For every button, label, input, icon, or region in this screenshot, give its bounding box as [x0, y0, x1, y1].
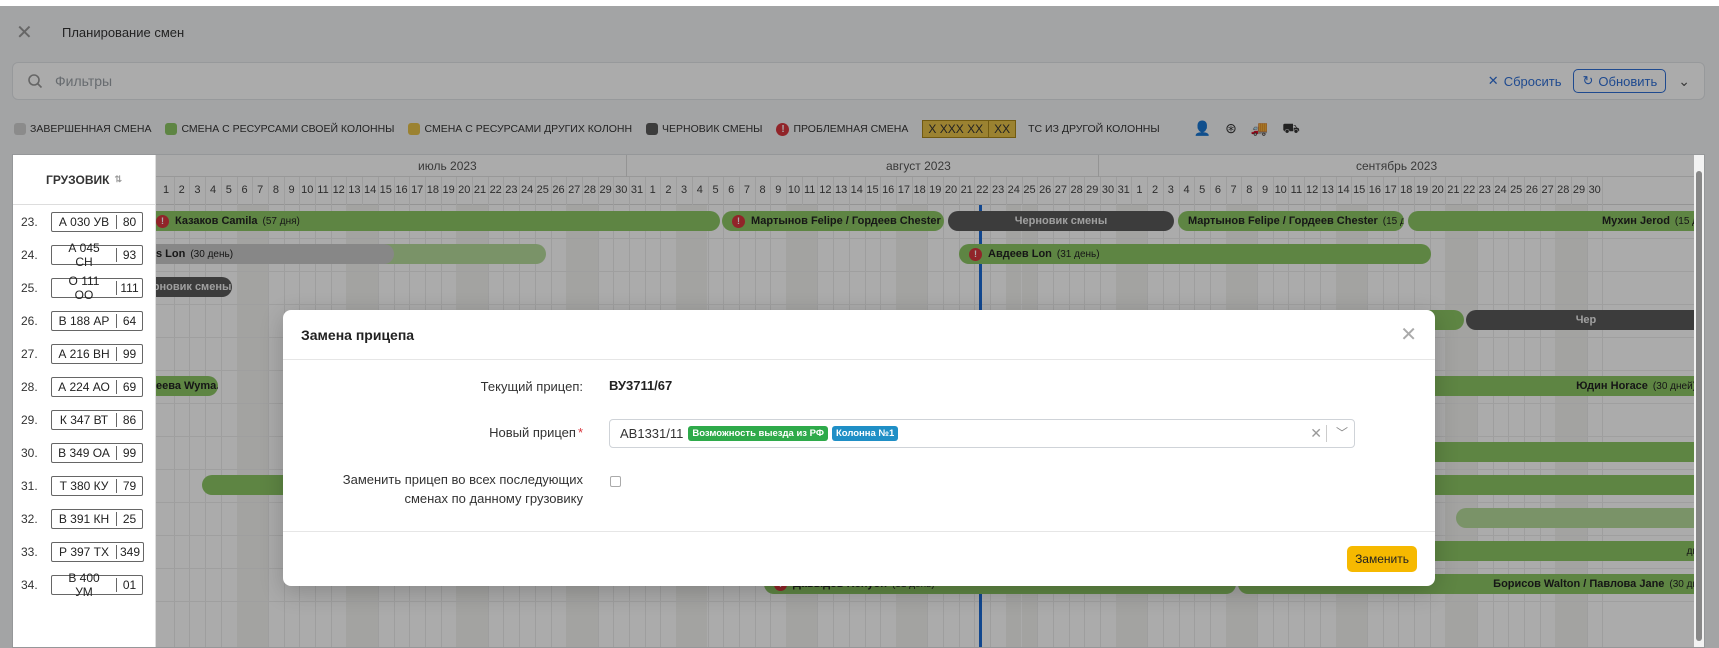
- dialog-title: Замена прицепа: [301, 326, 415, 343]
- plate-region: 99: [116, 445, 142, 460]
- sort-icon[interactable]: ⇅: [114, 174, 122, 185]
- new-trailer-label-text: Новый прицеп: [489, 425, 576, 440]
- license-plate: А 030 УВ 80: [51, 211, 143, 232]
- row-number: 26.: [21, 313, 38, 328]
- column-header-label: ГРУЗОВИК: [46, 172, 110, 187]
- plate-region: 64: [116, 313, 142, 328]
- license-plate: В 391 КН 25: [51, 508, 143, 529]
- row-number: 30.: [21, 445, 38, 460]
- license-plate: Т 380 КУ 79: [51, 475, 143, 496]
- license-plate: К 347 ВТ 86: [51, 409, 143, 430]
- license-plate: В 349 ОА 99: [51, 442, 143, 463]
- dialog-body: Текущий прицеп: ВУ3711/67 Новый прицеп * …: [283, 360, 1435, 532]
- replace-all-label-line2: сменах по данному грузовику: [404, 491, 583, 506]
- plate-number: Т 380 КУ: [59, 478, 109, 493]
- plate-number: А 045 СН: [68, 240, 100, 269]
- replace-button[interactable]: Заменить: [1347, 546, 1417, 572]
- column-header[interactable]: ГРУЗОВИК ⇅: [13, 155, 155, 205]
- plate-region: 69: [116, 379, 142, 394]
- scrollbar-thumb[interactable]: [1696, 171, 1702, 641]
- row-number: 33.: [21, 544, 38, 559]
- truck-row[interactable]: 23. А 030 УВ 80: [13, 205, 155, 238]
- plate-region: 80: [116, 214, 142, 229]
- license-plate: А 045 СН 93: [51, 241, 143, 269]
- license-plate: В 400 УМ 01: [51, 571, 143, 599]
- replace-all-label-line1: Заменить прицеп во всех последующих: [342, 472, 583, 487]
- current-trailer-value: ВУ3711/67: [609, 378, 673, 393]
- new-trailer-select[interactable]: АВ1331/11 Возможность выезда из РФ Колон…: [609, 419, 1355, 448]
- plate-number: В 400 УМ: [68, 570, 100, 599]
- plate-number: К 347 ВТ: [59, 412, 109, 427]
- plate-number: А 030 УВ: [58, 214, 110, 229]
- row-number: 31.: [21, 478, 38, 493]
- plate-region: 349: [116, 544, 143, 559]
- row-number: 24.: [21, 247, 38, 262]
- truck-row[interactable]: 29. К 347 ВТ 86: [13, 403, 155, 436]
- plate-number: В 349 ОА: [58, 445, 110, 460]
- license-plate: А 224 АО 69: [51, 376, 143, 397]
- tag-column: Колонна №1: [831, 426, 899, 441]
- plate-number: О 111 ОО: [68, 273, 100, 302]
- license-plate: А 216 ВН 99: [51, 343, 143, 364]
- replace-trailer-dialog: Замена прицепа ✕ Текущий прицеп: ВУ3711/…: [283, 310, 1435, 586]
- truck-list: 23. А 030 УВ 80 24. А 045 СН 93 25. О 111 ОО 111…: [13, 205, 155, 601]
- plate-number: А 224 АО: [58, 379, 110, 394]
- plate-region: 79: [116, 478, 142, 493]
- truck-row[interactable]: 31. Т 380 КУ 79: [13, 469, 155, 502]
- truck-row[interactable]: 34. В 400 УМ 01: [13, 568, 155, 601]
- license-plate: Р 397 ТХ 349: [51, 541, 145, 562]
- truck-row[interactable]: 28. А 224 АО 69: [13, 370, 155, 403]
- plate-region: 99: [116, 346, 142, 361]
- row-number: 25.: [21, 280, 38, 295]
- row-number: 34.: [21, 577, 38, 592]
- select-separator: [1326, 425, 1327, 442]
- row-number: 23.: [21, 214, 38, 229]
- plate-number: В 391 КН: [58, 511, 110, 526]
- selected-trailer: АВ1331/11: [620, 426, 684, 441]
- truck-row[interactable]: 27. А 216 ВН 99: [13, 337, 155, 370]
- row-number: 29.: [21, 412, 38, 427]
- row-number: 28.: [21, 379, 38, 394]
- license-plate: О 111 ОО 111: [51, 274, 143, 302]
- row-number: 32.: [21, 511, 38, 526]
- truck-row[interactable]: 33. Р 397 ТХ 349: [13, 535, 155, 568]
- truck-row[interactable]: 26. В 188 АР 64: [13, 304, 155, 337]
- current-trailer-label: Текущий прицеп:: [480, 379, 583, 394]
- truck-row[interactable]: 24. А 045 СН 93: [13, 238, 155, 271]
- vertical-scrollbar[interactable]: [1694, 155, 1704, 647]
- plate-region: 86: [116, 412, 142, 427]
- plate-region: 25: [116, 511, 142, 526]
- truck-column: ГРУЗОВИК ⇅ 23. А 030 УВ 80 24. А 045 СН 93 25. О…: [13, 155, 156, 647]
- clear-icon[interactable]: ✕: [1310, 425, 1322, 442]
- truck-row[interactable]: 32. В 391 КН 25: [13, 502, 155, 535]
- new-trailer-label: Новый прицеп *: [489, 423, 583, 442]
- chevron-down-icon[interactable]: ﹀: [1336, 424, 1348, 441]
- plate-region: 01: [116, 577, 142, 592]
- tag-exit-allowed: Возможность выезда из РФ: [688, 426, 828, 441]
- plate-number: А 216 ВН: [58, 346, 110, 361]
- dialog-header: Замена прицепа ✕: [283, 310, 1435, 360]
- row-number: 27.: [21, 346, 38, 361]
- dialog-footer: Заменить: [283, 532, 1435, 586]
- plate-number: В 188 АР: [58, 313, 110, 328]
- license-plate: В 188 АР 64: [51, 310, 143, 331]
- plate-number: Р 397 ТХ: [58, 544, 110, 559]
- plate-region: 111: [116, 280, 142, 295]
- required-mark: *: [577, 425, 583, 440]
- replace-all-label: Заменить прицеп во всех последующих смена…: [343, 470, 583, 508]
- truck-row[interactable]: 30. В 349 ОА 99: [13, 436, 155, 469]
- plate-region: 93: [116, 247, 142, 262]
- close-icon[interactable]: ✕: [1400, 322, 1417, 347]
- truck-row[interactable]: 25. О 111 ОО 111: [13, 271, 155, 304]
- replace-all-checkbox[interactable]: [610, 476, 621, 487]
